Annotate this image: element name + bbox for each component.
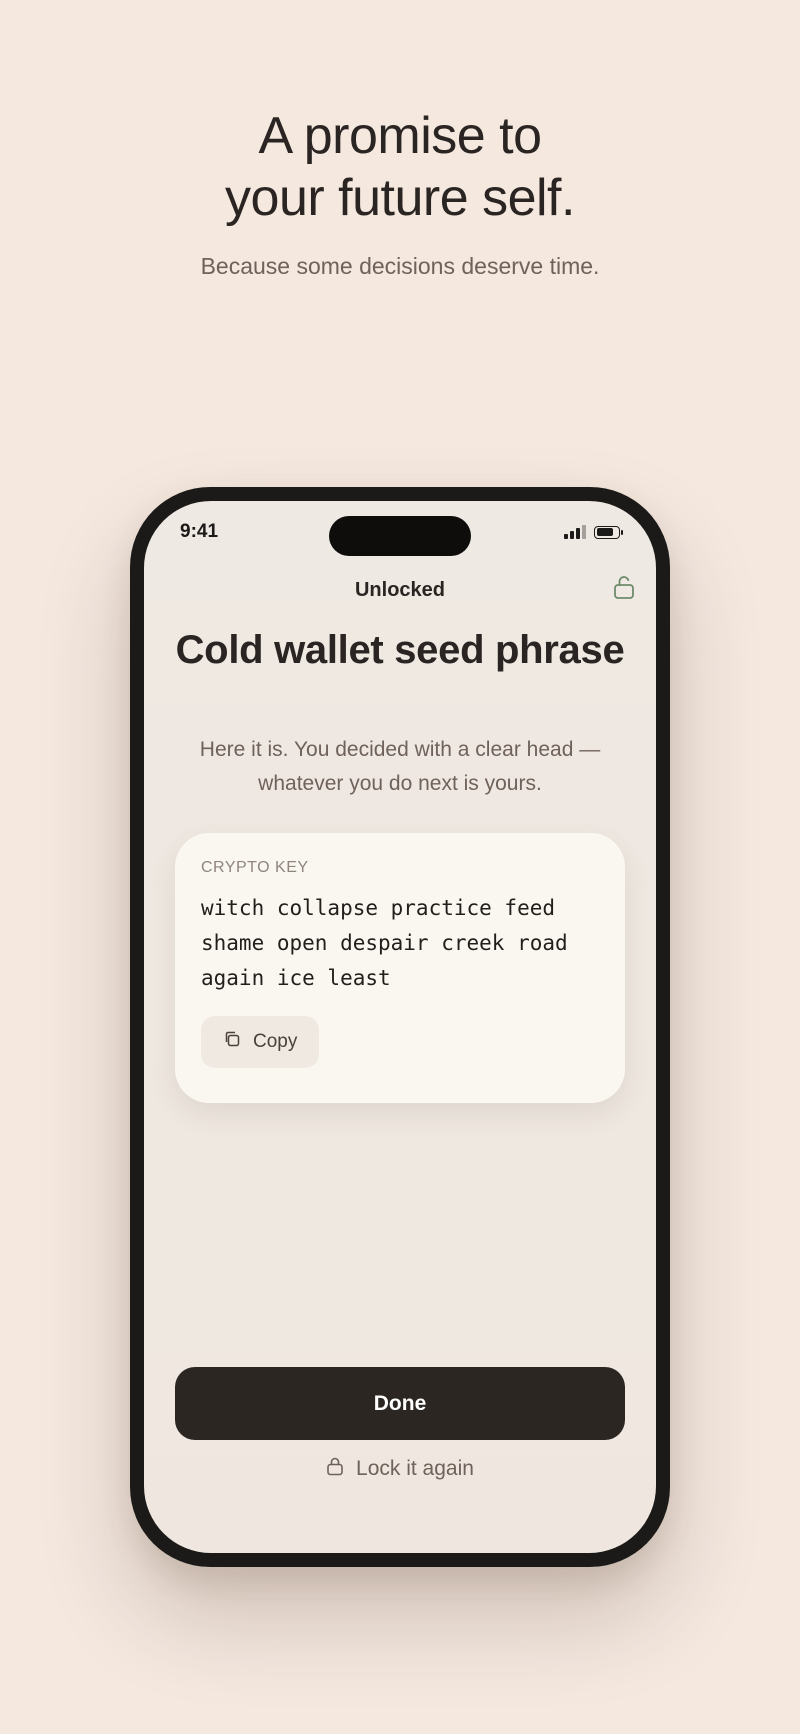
lock-open-icon — [612, 574, 636, 600]
hero-title-line1: A promise to — [258, 107, 542, 165]
battery-level — [596, 528, 614, 536]
page-subtitle: Here it is. You decided with a clear hea… — [199, 738, 601, 795]
hero-section: A promise to your future self. Because s… — [0, 105, 800, 280]
status-indicators — [564, 525, 623, 539]
nav-title: Unlocked — [354, 579, 446, 601]
lock-icon — [326, 1456, 344, 1482]
seed-phrase[interactable]: witch collapse practice feed shame open … — [201, 891, 599, 996]
copy-button[interactable]: Copy — [201, 1016, 320, 1068]
seed-phrase-line: again ice least — [201, 966, 391, 990]
status-time: 9:41 — [180, 521, 219, 542]
dynamic-island — [329, 516, 471, 556]
lock-again-label: Lock it again — [356, 1457, 474, 1480]
page-title: Cold wallet seed phrase — [175, 628, 625, 672]
cellular-signal-icon — [564, 525, 586, 539]
seed-phrase-line: witch collapse practice feed — [201, 896, 556, 920]
battery-icon — [594, 525, 623, 539]
lock-again-button[interactable]: Lock it again — [144, 1456, 656, 1482]
seed-phrase-line: shame open despair creek road — [201, 931, 568, 955]
secret-type-label: CRYPTO KEY — [201, 859, 309, 876]
done-button[interactable]: Done — [175, 1367, 625, 1440]
hero-subtitle: Because some decisions deserve time. — [200, 253, 600, 279]
phone-frame: 9:41 Unlocked Cold wallet seed phrase He… — [130, 487, 670, 1567]
copy-icon — [223, 1030, 241, 1054]
secret-card: CRYPTO KEY witch collapse practice feed … — [175, 833, 625, 1103]
copy-button-label: Copy — [253, 1031, 298, 1052]
hero-title: A promise to your future self. — [0, 105, 800, 229]
phone-screen: 9:41 Unlocked Cold wallet seed phrase He… — [144, 501, 656, 1553]
hero-title-line2: your future self. — [225, 169, 575, 227]
